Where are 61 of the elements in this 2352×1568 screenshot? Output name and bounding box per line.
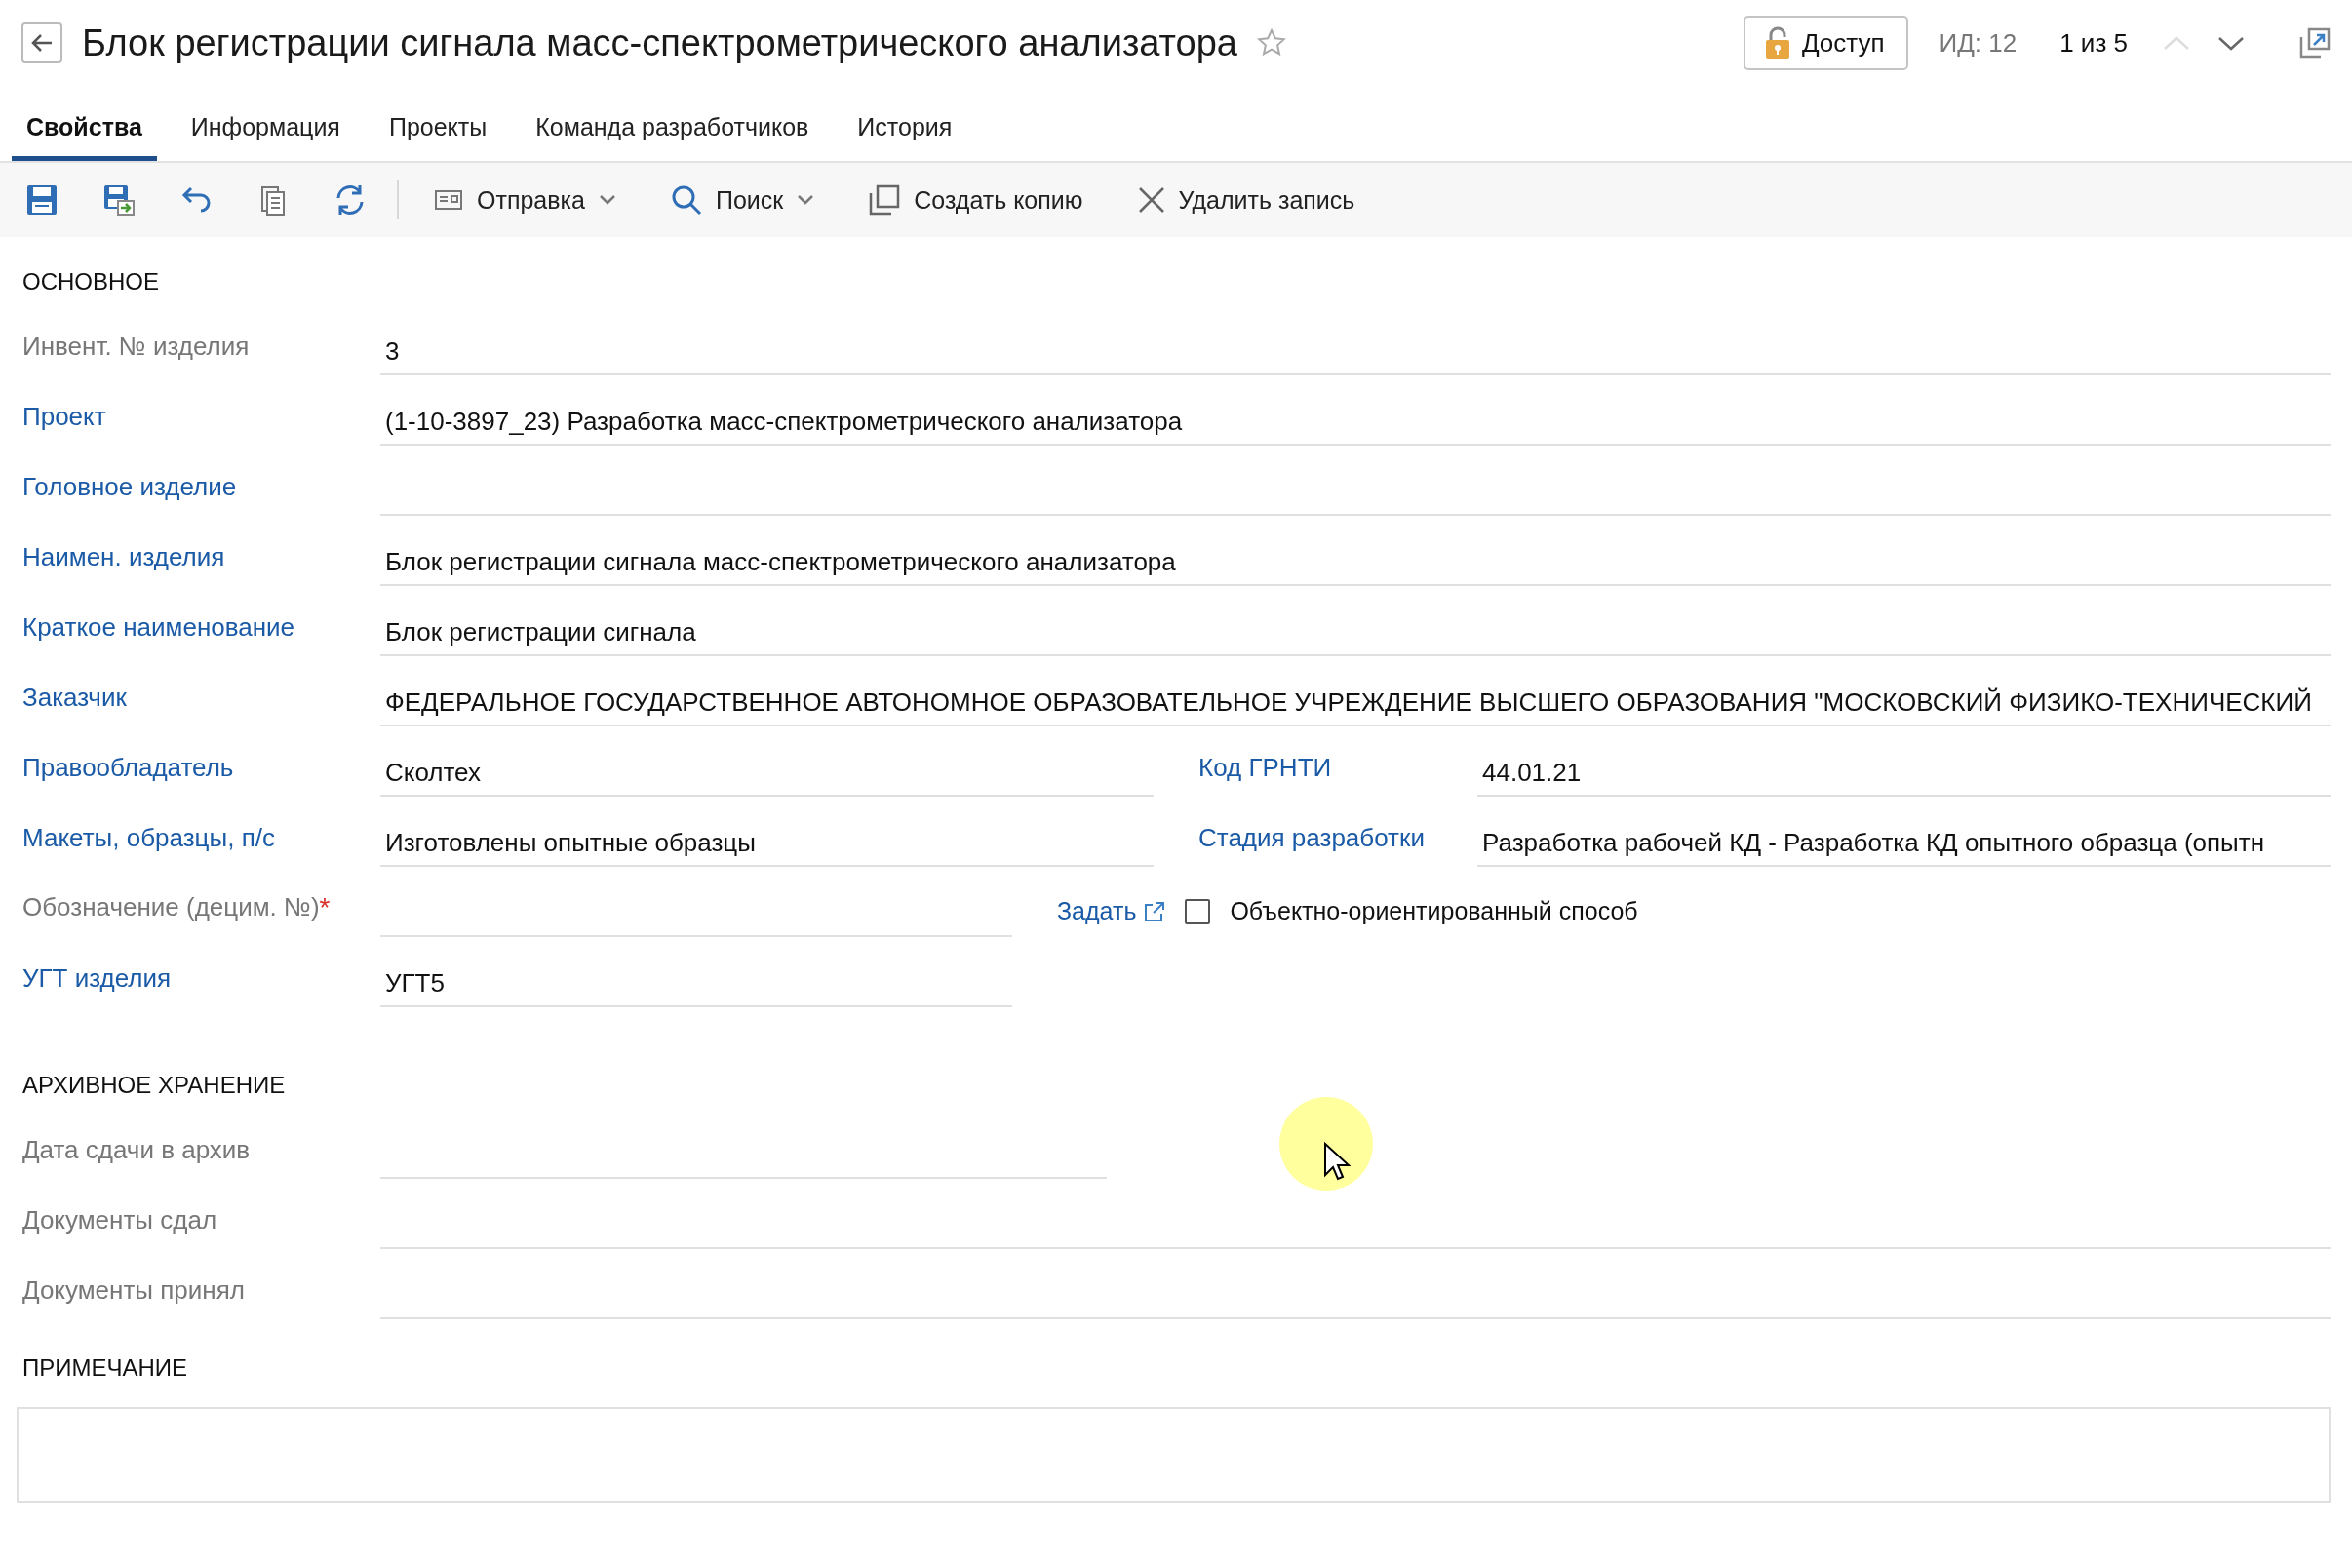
star-icon[interactable] bbox=[1257, 28, 1286, 58]
field-label[interactable]: Головное изделие bbox=[22, 472, 380, 516]
section-heading: ОСНОВНОЕ bbox=[22, 267, 160, 296]
field-label[interactable]: Заказчик bbox=[22, 683, 380, 726]
tab[interactable]: История bbox=[843, 86, 967, 161]
access-button[interactable]: Доступ bbox=[1743, 16, 1908, 70]
external-link-icon bbox=[1144, 900, 1166, 922]
field-label[interactable]: Макеты, образцы, п/с bbox=[22, 823, 380, 867]
input-field[interactable]: Блок регистрации сигнала масс-спектрометрического анализатора bbox=[380, 539, 2331, 586]
back-arrow-icon bbox=[31, 33, 53, 53]
field-label: Дата сдачи в архив bbox=[22, 1135, 252, 1166]
record-pager: 1 из 5 bbox=[2059, 27, 2128, 59]
record-id: ИД: 12 bbox=[1939, 27, 2018, 59]
field-label[interactable]: Правообладатель bbox=[22, 753, 380, 797]
field-label[interactable]: Наимен. изделия bbox=[22, 542, 380, 586]
input-field[interactable]: ФЕДЕРАЛЬНОЕ ГОСУДАРСТВЕННОЕ АВТОНОМНОЕ ОБРАЗОВАТЕЛЬНОЕ УЧРЕЖДЕНИЕ ВЫСШЕГО ОБРАЗОВАНИЯ "МОСКОВСКИЙ ФИЗИКО-ТЕХНИЧЕСКИЙ bbox=[380, 680, 2331, 726]
set-link[interactable]: Задать bbox=[1057, 897, 1166, 937]
toolbar-button[interactable]: Отправка bbox=[428, 179, 622, 220]
close-icon bbox=[1137, 186, 1165, 214]
checkbox[interactable] bbox=[1185, 898, 1211, 924]
save-as-icon bbox=[102, 183, 136, 216]
section-heading: ПРИМЕЧАНИЕ bbox=[21, 1353, 189, 1383]
field-label[interactable]: Код ГРНТИ bbox=[1154, 753, 1477, 797]
toolbar-button[interactable]: Поиск bbox=[664, 178, 821, 221]
tab[interactable]: Информация bbox=[176, 86, 355, 161]
field-label[interactable]: Стадия разработки bbox=[1154, 823, 1477, 867]
tab[interactable]: Проекты bbox=[373, 86, 502, 161]
search-icon bbox=[670, 184, 702, 216]
input-field[interactable]: 3 bbox=[380, 329, 2331, 375]
input-field[interactable]: Разработка рабочей КД - Разработка КД опытного образца (опытн bbox=[1477, 820, 2331, 867]
open-in-window-icon[interactable] bbox=[2299, 27, 2331, 59]
field-label: Документы принял bbox=[22, 1275, 246, 1307]
field-label[interactable]: Проект bbox=[22, 402, 380, 446]
field-label: Инвент. № изделия bbox=[22, 332, 251, 363]
save-icon bbox=[25, 183, 59, 216]
input-field[interactable]: (1-10-3897_23) Разработка масс-спектрометрического анализатора bbox=[380, 399, 2331, 446]
note-field[interactable] bbox=[17, 1407, 2331, 1503]
field-label[interactable]: УГТ изделия bbox=[22, 963, 380, 1007]
envelope-icon bbox=[434, 188, 463, 212]
caret-icon bbox=[598, 194, 616, 206]
input-field[interactable]: Блок регистрации сигнала bbox=[380, 609, 2331, 656]
field-label: Документы сдал bbox=[22, 1205, 218, 1236]
tab[interactable]: Команда разработчиков bbox=[521, 86, 824, 161]
input-field[interactable]: Сколтех bbox=[380, 750, 1154, 797]
checkbox-label: Объектно-ориентированный способ bbox=[1230, 897, 1638, 925]
padlock-icon bbox=[1764, 26, 1790, 59]
record-title: Блок регистрации сигнала масс-спектрометрического анализатора bbox=[82, 21, 1237, 64]
mouse-pointer-icon bbox=[1323, 1142, 1351, 1181]
chevron-icon bbox=[2163, 34, 2190, 52]
toolbar-button[interactable]: Удалить запись bbox=[1131, 179, 1361, 220]
back-button[interactable] bbox=[21, 22, 62, 63]
field-label: Обозначение (децим. №)* bbox=[22, 892, 332, 924]
field-label[interactable]: Краткое наименование bbox=[22, 612, 380, 656]
caret-icon bbox=[797, 194, 815, 206]
chevron-icon bbox=[2217, 34, 2245, 52]
section-heading: АРХИВНОЕ ХРАНЕНИЕ bbox=[22, 1071, 287, 1100]
input-field[interactable]: Изготовлены опытные образцы bbox=[380, 820, 1154, 867]
toolbar-button[interactable]: Создать копию bbox=[863, 178, 1089, 221]
input-field[interactable]: 44.01.21 bbox=[1477, 750, 2331, 797]
input-field[interactable]: УГТ5 bbox=[380, 960, 1012, 1007]
copy-icon bbox=[869, 184, 901, 216]
